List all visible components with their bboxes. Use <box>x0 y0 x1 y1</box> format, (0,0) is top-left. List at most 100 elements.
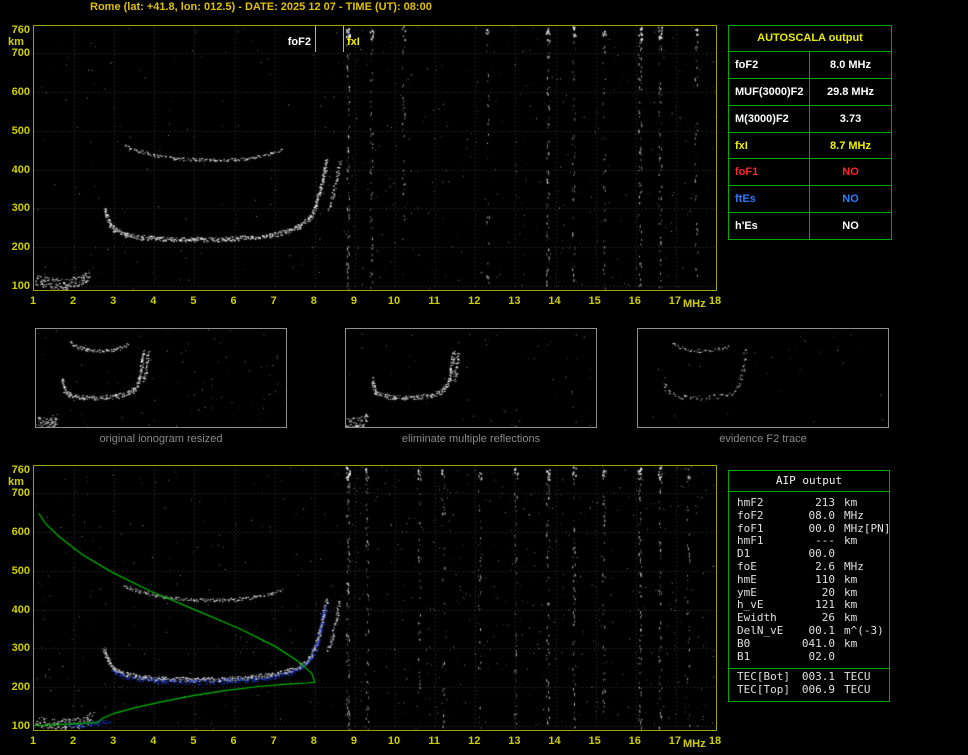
aip-row-label: B0 <box>737 636 751 650</box>
x-axis-tick-13: 13 <box>508 295 521 307</box>
x-axis-tick-14: 14 <box>548 295 561 307</box>
page-title: Rome (lat: +41.8, lon: 012.5) - DATE: 20… <box>90 1 432 13</box>
autoscala-row-label: M(3000)F2 <box>729 105 810 132</box>
aip-row-unit: MHz <box>844 508 864 522</box>
x-axis-tick-1: 1 <box>29 735 37 747</box>
aip-row-foE: foE 2.6 MHz <box>729 559 889 574</box>
autoscala-row-h'Es: h'Es NO <box>729 213 891 240</box>
marker-line-foF2 <box>315 26 316 52</box>
aip-row-TEC[Top]: TEC[Top] 006.9 TECU <box>729 683 889 697</box>
aip-row-label: TEC[Top] <box>737 683 790 697</box>
y-axis-tick-200: 200 <box>11 681 30 694</box>
aip-row-extra: [PN] <box>863 521 891 535</box>
aip-row-value: 213 <box>815 496 835 509</box>
x-axis-unit-label: MHz <box>683 298 706 310</box>
thumbnail-evidence-f2-trace <box>637 328 889 428</box>
aip-row-unit: TECU <box>844 683 871 697</box>
x-axis-tick-6: 6 <box>230 735 237 747</box>
y-axis-tick-300: 300 <box>11 202 30 215</box>
thumbnail-evidence-f2-trace-plot <box>638 329 888 427</box>
y-axis-tick-200: 200 <box>11 241 30 254</box>
x-axis-tick-8: 8 <box>310 735 317 747</box>
aip-row-unit: km <box>844 572 858 586</box>
autoscala-row-MUF(3000)F2: MUF(3000)F2 29.8 MHz <box>729 78 891 106</box>
aip-row-value: 2.6 <box>815 559 835 573</box>
autoscala-row-foF2: foF2 8.0 MHz <box>729 52 891 79</box>
bottom-ionogram-panel <box>33 465 717 731</box>
aip-row-value: 110 <box>815 572 835 586</box>
aip-row-unit: m^(-3) <box>844 623 884 637</box>
autoscala-output-rows: foF2 8.0 MHz MUF(3000)F2 29.8 MHz M(3000)F2 3… <box>729 52 891 240</box>
bottom-ionogram-plot <box>34 466 716 730</box>
autoscala-row-label: MUF(3000)F2 <box>729 78 810 105</box>
x-axis-tick-2: 2 <box>70 295 77 307</box>
autoscala-row-label: ftEs <box>729 186 810 213</box>
y-axis-tick-760: 760 <box>11 463 30 476</box>
autoscala-screen: Rome (lat: +41.8, lon: 012.5) - DATE: 20… <box>0 0 968 755</box>
x-axis-tick-9: 9 <box>350 295 357 307</box>
x-axis-tick-13: 13 <box>508 735 521 747</box>
aip-row-label: hmF2 <box>737 496 764 509</box>
thumbnail-eliminate-reflections <box>345 328 597 428</box>
aip-row-B1: B1 02.0 <box>729 649 889 664</box>
autoscala-row-value: 29.8 MHz <box>826 85 875 98</box>
x-axis-tick-16: 16 <box>628 295 641 307</box>
aip-row-label: DelN_vE <box>737 623 784 637</box>
x-axis-tick-3: 3 <box>110 295 117 307</box>
top-ionogram-panel <box>33 25 717 291</box>
thumbnail-caption-original: original ionogram resized <box>99 433 223 445</box>
y-axis-tick-500: 500 <box>11 124 30 137</box>
aip-row-unit: km <box>844 496 858 509</box>
x-axis-tick-2: 2 <box>70 735 77 747</box>
aip-row-value: 00.1 <box>808 623 836 637</box>
x-axis-tick-11: 11 <box>428 295 440 307</box>
thumbnail-caption-evidence: evidence F2 trace <box>719 433 807 445</box>
x-axis-tick-3: 3 <box>110 735 117 747</box>
x-axis-tick-8: 8 <box>310 295 317 307</box>
aip-row-label: B1 <box>737 649 751 663</box>
autoscala-row-label: foF1 <box>729 159 810 186</box>
y-axis-tick-100: 100 <box>11 720 30 733</box>
aip-row-value: 02.0 <box>808 649 836 663</box>
autoscala-row-value: 8.0 MHz <box>830 58 871 71</box>
x-axis-tick-14: 14 <box>548 735 561 747</box>
y-axis-tick-700: 700 <box>11 47 30 60</box>
y-axis-unit-label: km <box>8 476 24 488</box>
x-axis-unit-label: MHz <box>683 738 706 750</box>
y-axis-tick-400: 400 <box>11 603 30 616</box>
y-axis-tick-500: 500 <box>11 564 30 577</box>
x-axis-tick-5: 5 <box>190 295 197 307</box>
y-axis-unit-label: km <box>8 36 24 48</box>
aip-row-foF2: foF2 08.0 MHz <box>729 508 889 523</box>
autoscala-row-value: NO <box>842 166 859 179</box>
x-axis-tick-9: 9 <box>350 735 357 747</box>
x-axis-tick-7: 7 <box>270 735 277 747</box>
x-axis-tick-18: 18 <box>708 295 722 307</box>
marker-line-fxI <box>343 26 344 52</box>
y-axis-tick-700: 700 <box>11 487 30 500</box>
autoscala-row-foF1: foF1 NO <box>729 159 891 187</box>
aip-tec-separator <box>729 668 889 670</box>
aip-output-table: AIP output hmF2 213 km foF2 08.0 MHz foF1 00.0 M… <box>728 470 890 702</box>
autoscala-row-value: NO <box>842 220 859 233</box>
y-axis-tick-400: 400 <box>11 163 30 176</box>
x-axis-tick-12: 12 <box>468 295 481 307</box>
aip-row-unit: km <box>844 534 858 548</box>
aip-row-unit: km <box>844 636 858 650</box>
aip-row-value: 041.0 <box>801 636 835 650</box>
y-axis-tick-600: 600 <box>11 86 30 98</box>
autoscala-row-label: h'Es <box>729 213 810 240</box>
autoscala-row-label: fxI <box>729 132 810 159</box>
x-axis-tick-6: 6 <box>230 295 237 307</box>
autoscala-output-table: AUTOSCALA output foF2 8.0 MHz MUF(3000)F2 2… <box>728 25 892 240</box>
x-axis-tick-11: 11 <box>428 735 440 747</box>
aip-row-hmF2: hmF2 213 km <box>729 496 889 510</box>
aip-output-title: AIP output <box>729 471 889 492</box>
marker-label-fxI: fxI <box>347 36 360 48</box>
autoscala-row-value: 8.7 MHz <box>830 139 871 152</box>
y-axis-tick-100: 100 <box>11 280 30 293</box>
aip-row-label: foF2 <box>737 508 764 522</box>
autoscala-row-value: NO <box>842 193 859 206</box>
aip-row-label: foE <box>737 559 757 573</box>
aip-output-rows: hmF2 213 km foF2 08.0 MHz foF1 00.0 MHz [PN] hmF1-… <box>729 492 891 665</box>
